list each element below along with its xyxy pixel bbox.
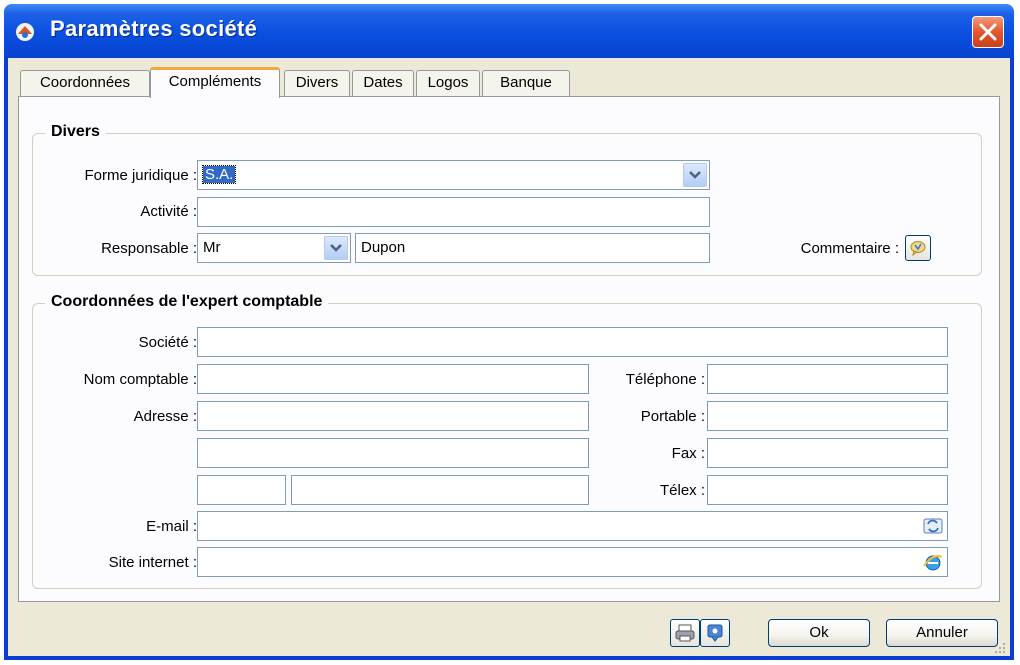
- dialog-window: Paramètres société Coordonnées Complémen…: [4, 4, 1014, 660]
- forme-juridique-dropdown-button[interactable]: [683, 163, 707, 187]
- email-label: E-mail :: [146, 518, 197, 535]
- portable-label: Portable :: [640, 408, 705, 425]
- expert-comptable-legend: Coordonnées de l'expert comptable: [45, 293, 329, 311]
- window-title: Paramètres société: [50, 16, 258, 41]
- help-icon: [707, 624, 723, 642]
- title-bar[interactable]: Paramètres société: [4, 4, 1014, 58]
- cancel-button[interactable]: Annuler: [886, 619, 998, 647]
- forme-juridique-select[interactable]: S.A.: [197, 160, 710, 190]
- societe-input[interactable]: [197, 327, 948, 357]
- tab-divers[interactable]: Divers: [284, 70, 350, 96]
- responsable-name-input[interactable]: Dupon: [355, 233, 710, 263]
- responsable-label: Responsable :: [101, 240, 197, 257]
- activite-input[interactable]: [197, 197, 710, 227]
- adresse-line2-input[interactable]: [197, 438, 589, 468]
- activite-label: Activité :: [140, 203, 197, 220]
- telex-input[interactable]: [707, 475, 948, 505]
- nom-comptable-input[interactable]: [197, 364, 589, 394]
- forme-juridique-label: Forme juridique :: [84, 167, 197, 184]
- societe-label: Société :: [138, 334, 197, 351]
- telex-label: Télex :: [659, 482, 705, 499]
- nom-comptable-label: Nom comptable :: [83, 371, 197, 388]
- help-button[interactable]: [700, 619, 730, 647]
- civilite-select[interactable]: Mr: [197, 233, 351, 263]
- commentaire-button[interactable]: [905, 235, 931, 261]
- forme-juridique-value: S.A.: [201, 165, 237, 184]
- internet-explorer-icon[interactable]: [922, 551, 944, 573]
- adresse-line1-input[interactable]: [197, 401, 589, 431]
- telephone-input[interactable]: [707, 364, 948, 394]
- app-icon: [16, 23, 34, 41]
- civilite-value: Mr: [203, 239, 221, 256]
- chevron-down-icon: [689, 171, 701, 179]
- email-input[interactable]: [197, 511, 948, 541]
- chevron-down-icon: [330, 244, 342, 252]
- printer-icon: [675, 624, 695, 642]
- mail-send-icon[interactable]: [922, 515, 944, 537]
- commentaire-label: Commentaire :: [800, 240, 899, 257]
- ok-button[interactable]: Ok: [768, 619, 870, 647]
- close-button[interactable]: [972, 16, 1004, 48]
- comment-icon: [910, 241, 926, 257]
- tab-dates[interactable]: Dates: [352, 70, 414, 96]
- dialog-body: Coordonnées Compléments Divers Dates Log…: [8, 58, 1010, 656]
- fax-input[interactable]: [707, 438, 948, 468]
- divers-legend: Divers: [45, 123, 106, 141]
- print-button[interactable]: [670, 619, 700, 647]
- tab-banque[interactable]: Banque: [482, 70, 570, 96]
- code-postal-input[interactable]: [197, 475, 286, 505]
- tab-complements[interactable]: Compléments: [150, 67, 280, 98]
- ville-input[interactable]: [291, 475, 589, 505]
- resize-grip-icon[interactable]: [994, 642, 1006, 654]
- adresse-label: Adresse :: [133, 408, 197, 425]
- site-internet-input[interactable]: [197, 547, 948, 577]
- civilite-dropdown-button[interactable]: [324, 236, 348, 260]
- telephone-label: Téléphone :: [625, 371, 705, 388]
- fax-label: Fax :: [671, 445, 705, 462]
- tab-coordonnees[interactable]: Coordonnées: [20, 70, 150, 96]
- site-internet-label: Site internet :: [108, 554, 197, 571]
- portable-input[interactable]: [707, 401, 948, 431]
- tab-logos[interactable]: Logos: [416, 70, 480, 96]
- tab-panel-complements: Divers Forme juridique : S.A. Activité :…: [18, 96, 1000, 602]
- close-icon: [979, 23, 997, 41]
